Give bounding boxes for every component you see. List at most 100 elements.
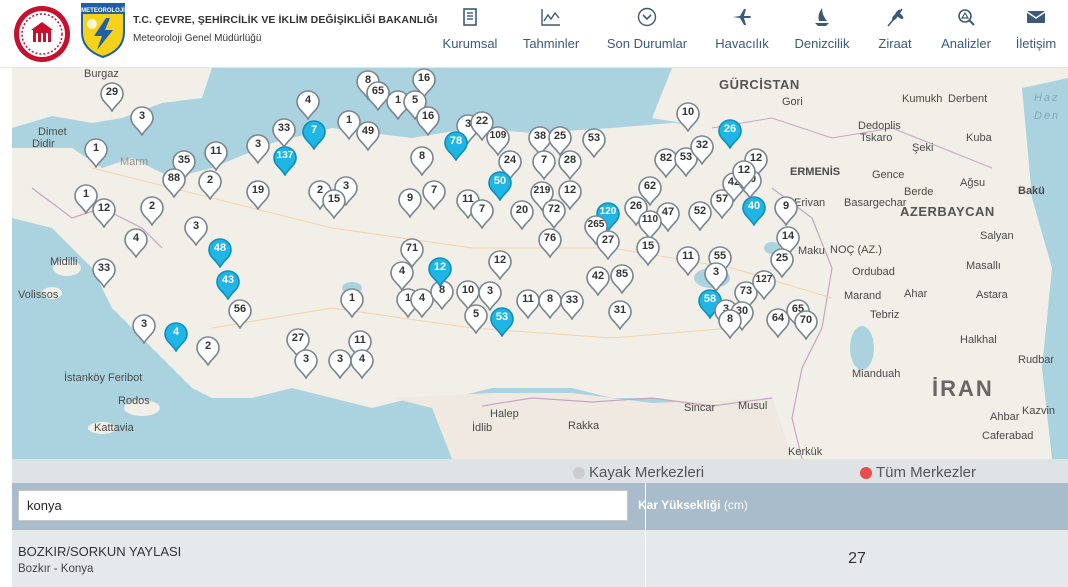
nav-item-havacilik[interactable]: Havacılık [702,0,782,68]
map-marker[interactable]: 85 [610,264,634,294]
map-marker[interactable]: 9 [774,196,798,226]
map-marker[interactable]: 29 [100,82,124,112]
nav-label: Ziraat [878,36,912,51]
map-marker[interactable]: 50 [488,171,512,201]
map-marker[interactable]: 27 [596,230,620,260]
marker-value: 2 [204,340,212,352]
map-marker[interactable]: 137 [273,146,297,176]
map-marker[interactable]: 7 [302,120,326,150]
map-marker[interactable]: 3 [294,349,318,379]
map-marker[interactable]: 1 [74,184,98,214]
map-marker[interactable]: 4 [296,90,320,120]
map-marker[interactable]: 33 [92,258,116,288]
legend-all-centers[interactable]: Tüm Merkezler [860,464,976,481]
marker-value: 53 [587,132,601,144]
map-marker[interactable]: 1 [340,288,364,318]
map-marker[interactable]: 72 [542,199,566,229]
marker-value: 28 [563,154,577,166]
column-header-snow-depth[interactable]: Kar Yüksekliği (cm) [638,498,748,512]
map-marker[interactable]: 4 [124,228,148,258]
map-marker[interactable]: 88 [162,168,186,198]
map-marker[interactable]: 1 [84,138,108,168]
map-marker[interactable]: 20 [510,200,534,230]
nav-label: Havacılık [715,36,769,51]
map-marker[interactable]: 12 [488,250,512,280]
map-marker[interactable]: 15 [636,236,660,266]
map-marker[interactable]: 12 [428,257,452,287]
map-marker[interactable]: 15 [322,189,346,219]
map-marker[interactable]: 78 [444,131,468,161]
map-marker[interactable]: 49 [356,121,380,151]
map-marker[interactable]: 26 [718,119,742,149]
map-marker[interactable]: 53 [490,307,514,337]
map-marker[interactable]: 3 [132,314,156,344]
marker-value: 12 [433,261,447,273]
map-marker[interactable]: 10 [676,102,700,132]
marker-value: 25 [553,130,567,142]
map-marker[interactable]: 5 [464,304,488,334]
marker-value: 11 [354,334,366,346]
map-marker[interactable]: 16 [416,106,440,136]
table-row[interactable]: BOZKIR/SORKUN YAYLASI Bozkır - Konya 27 [12,530,1068,587]
legend-ski-centers[interactable]: Kayak Merkezleri [573,464,704,481]
marker-value: 15 [641,240,655,252]
nav-item-son-durumlar[interactable]: Son Durumlar [592,0,702,68]
map-marker[interactable]: 11 [516,289,540,319]
marker-value: 12 [563,184,577,196]
station-search-input[interactable] [18,490,628,521]
map-marker[interactable]: 2 [198,170,222,200]
map-marker[interactable]: 8 [718,309,742,339]
map-marker[interactable]: 127 [752,270,776,300]
map-marker[interactable]: 9 [398,188,422,218]
map-marker[interactable]: 8 [538,289,562,319]
map-marker[interactable]: 7 [422,180,446,210]
map-marker[interactable]: 3 [246,134,270,164]
map-marker[interactable]: 11 [676,246,700,276]
map-marker[interactable]: 7 [470,199,494,229]
map-marker[interactable]: 2 [140,196,164,226]
ministry-logo[interactable] [12,4,72,64]
map-marker[interactable]: 56 [228,299,252,329]
marker-value: 8 [546,293,554,305]
map-marker[interactable]: 33 [272,118,296,148]
map-marker[interactable]: 4 [350,349,374,379]
table-header-row: Kar Yüksekliği (cm) [12,483,1068,530]
nav-item-ziraat[interactable]: Ziraat [862,0,928,68]
map-marker[interactable]: 28 [558,150,582,180]
map-marker[interactable]: 11 [204,141,228,171]
map-marker[interactable]: 52 [688,201,712,231]
column-header-label: Kar Yüksekliği [638,498,721,512]
map-label-city: İstanköy Feribot [64,372,143,384]
map-label-city: Marand [844,290,882,302]
map-label-city: Ağsu [960,177,986,189]
map-marker[interactable]: 33 [560,290,584,320]
map-marker[interactable]: 64 [766,308,790,338]
marker-value: 3 [486,285,494,297]
map-marker[interactable]: 3 [704,262,728,292]
map-marker[interactable]: 32 [690,135,714,165]
map-marker[interactable]: 3 [130,106,154,136]
snow-depth-map[interactable]: GÜRCİSTAN AZERBAYCAN İRAN ERMENİS Burgaz… [12,68,1068,459]
nav-item-denizcilik[interactable]: Denizcilik [782,0,862,68]
map-marker[interactable]: 2 [196,336,220,366]
map-marker[interactable]: 19 [246,180,270,210]
nav-item-analizler[interactable]: Analizler [928,0,1004,68]
map-marker[interactable]: 31 [608,300,632,330]
map-marker[interactable]: 3 [184,216,208,246]
map-marker[interactable]: 43 [216,270,240,300]
map-marker[interactable]: 53 [582,128,606,158]
map-marker[interactable]: 4 [390,261,414,291]
map-marker[interactable]: 42 [586,266,610,296]
nav-item-kurumsal[interactable]: Kurumsal [430,0,510,68]
map-marker[interactable]: 12 [732,160,756,190]
map-marker[interactable]: 7 [532,150,556,180]
map-marker[interactable]: 8 [410,146,434,176]
nav-item-tahminler[interactable]: Tahminler [510,0,592,68]
map-marker[interactable]: 4 [164,322,188,352]
map-marker[interactable]: 48 [208,238,232,268]
mgm-logo[interactable]: METEOROLOJİ [80,2,126,59]
map-marker[interactable]: 3 [328,349,352,379]
map-marker[interactable]: 76 [538,228,562,258]
nav-item-iletisim[interactable]: İletişim [1004,0,1068,68]
map-marker[interactable]: 70 [794,310,818,340]
